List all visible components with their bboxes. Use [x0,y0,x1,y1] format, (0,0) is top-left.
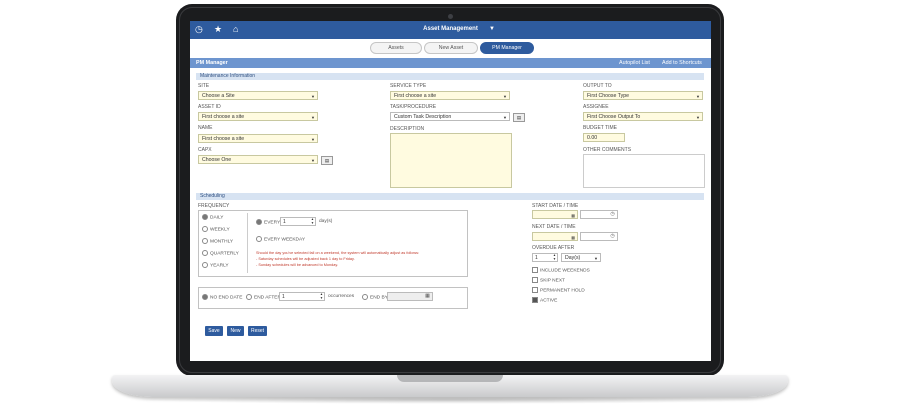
laptop-shadow [130,396,770,404]
task-procedure-label: TASK/PROCEDURE [390,104,437,110]
frequency-yearly-radio[interactable]: YEARLY [202,262,229,268]
occurrences-label: occurrences [328,294,355,299]
end-by-radio[interactable]: END BY [362,294,388,300]
sunday-note: - Sunday schedules will be advanced to M… [256,263,339,267]
other-comments-label: OTHER COMMENTS [583,147,632,153]
start-date-input[interactable]: ▦ [532,210,578,219]
capx-select[interactable]: Choose One ▼ [198,155,318,164]
calendar-icon[interactable]: ▦ [424,292,431,301]
asset-id-label: ASSET ID [198,104,221,110]
permanent-hold-checkbox[interactable]: PERMANENT HOLD [532,287,585,293]
chevron-down-icon: ▼ [503,115,507,120]
no-end-date-radio[interactable]: NO END DATE [202,294,242,300]
every-days-stepper[interactable]: 1 ▲ ▼ [280,217,316,226]
name-select[interactable]: First choose a site ▼ [198,134,318,143]
pm-manager-title: PM Manager [196,60,228,66]
every-radio[interactable]: EVERY [256,219,280,225]
site-select[interactable]: Choose a Site ▼ [198,91,318,100]
overdue-after-stepper[interactable]: 1 ▲ ▼ [532,253,558,262]
scheduling-section-header: Scheduling [196,193,704,200]
camera-icon [448,14,453,19]
laptop-notch [397,375,503,382]
frequency-label: FREQUENCY [198,203,230,209]
chevron-down-icon: ▼ [594,256,598,261]
frequency-monthly-radio[interactable]: MONTHLY [202,238,233,244]
next-date-label: NEXT DATE / TIME [532,224,576,230]
chevron-down-icon: ▼ [696,94,700,99]
chevron-down-icon: ▼ [696,115,700,120]
saturday-note: - Saturday schedules will be adjusted ba… [256,257,355,261]
name-label: NAME [198,125,213,131]
save-button[interactable]: Save [205,326,223,336]
chevron-down-icon: ▼ [311,115,315,120]
end-by-date-input[interactable]: ▦ [387,292,433,301]
overdue-after-label: OVERDUE AFTER [532,245,575,251]
chevron-down-icon: ▼ [311,94,315,99]
capx-lookup-button[interactable]: ▤ [321,156,333,165]
site-label: SITE [198,83,210,89]
calendar-icon[interactable]: ▦ [571,233,575,242]
tab-assets[interactable]: Assets [370,42,422,54]
chevron-down-icon: ▼ [503,94,507,99]
capx-label: CAPX [198,147,212,153]
budget-time-label: BUDGET TIME [583,125,617,131]
app-header: ◷ ★ ⌂ Asset Management ▼ [190,21,711,39]
clock-icon[interactable]: ◷ [609,232,616,241]
service-type-label: SERVICE TYPE [390,83,427,89]
description-textarea[interactable] [390,133,512,188]
app-screen: ◷ ★ ⌂ Asset Management ▼ Assets New Asse… [190,21,711,361]
clock-icon[interactable]: ◷ [609,210,616,219]
overdue-unit-select[interactable]: Day(s) ▼ [561,253,601,262]
assignee-label: ASSIGNEE [583,104,609,110]
pm-manager-bar: PM Manager Autopilot List Add to Shortcu… [190,58,711,68]
days-unit-label: day(s) [319,219,333,224]
asset-id-select[interactable]: First choose a site ▼ [198,112,318,121]
next-date-input[interactable]: ▦ [532,232,578,241]
reset-button[interactable]: Reset [248,326,267,336]
next-time-input[interactable]: ◷ [580,232,618,241]
start-time-input[interactable]: ◷ [580,210,618,219]
frequency-weekly-radio[interactable]: WEEKLY [202,226,230,232]
frequency-daily-radio[interactable]: DAILY [202,214,224,220]
end-after-stepper[interactable]: 1 ▲ ▼ [279,292,325,301]
output-to-label: OUTPUT TO [583,83,612,89]
active-checkbox[interactable]: ACTIVE [532,297,557,303]
other-comments-textarea[interactable] [583,154,705,188]
frequency-divider [247,213,248,273]
end-after-radio[interactable]: END AFTER [246,294,281,300]
service-type-select[interactable]: First choose a site ▼ [390,91,510,100]
chevron-down-icon: ▼ [311,158,315,163]
every-weekday-radio[interactable]: EVERY WEEKDAY [256,236,305,242]
tab-pm-manager[interactable]: PM Manager [480,42,534,54]
add-to-shortcuts-link[interactable]: Add to Shortcuts [662,58,702,68]
calendar-icon[interactable]: ▦ [571,211,575,220]
task-procedure-select[interactable]: Custom Task Description ▼ [390,112,510,121]
assignee-select[interactable]: First Choose Output To ▼ [583,112,703,121]
new-button[interactable]: New [227,326,244,336]
chevron-down-icon: ▼ [311,137,315,142]
description-label: DESCRIPTION [390,126,425,132]
tab-new-asset[interactable]: New Asset [424,42,478,54]
chevron-down-icon[interactable]: ▼ [489,26,495,32]
frequency-quarterly-radio[interactable]: QUARTERLY [202,250,239,256]
output-to-select[interactable]: First Choose Type ▼ [583,91,703,100]
task-lookup-button[interactable]: ▤ [513,113,525,122]
maintenance-section-header: Maintenance Information [196,73,704,80]
include-weekends-checkbox[interactable]: INCLUDE WEEKENDS [532,267,590,273]
weekend-note: Should the day you've selected fall on a… [256,251,420,255]
autopilot-list-link[interactable]: Autopilot List [619,58,650,68]
budget-time-input[interactable]: 0.00 [583,133,625,142]
skip-next-checkbox[interactable]: SKIP NEXT [532,277,565,283]
laptop-base [112,375,788,397]
app-title[interactable]: Asset Management [190,26,711,32]
start-date-label: START DATE / TIME [532,203,579,209]
